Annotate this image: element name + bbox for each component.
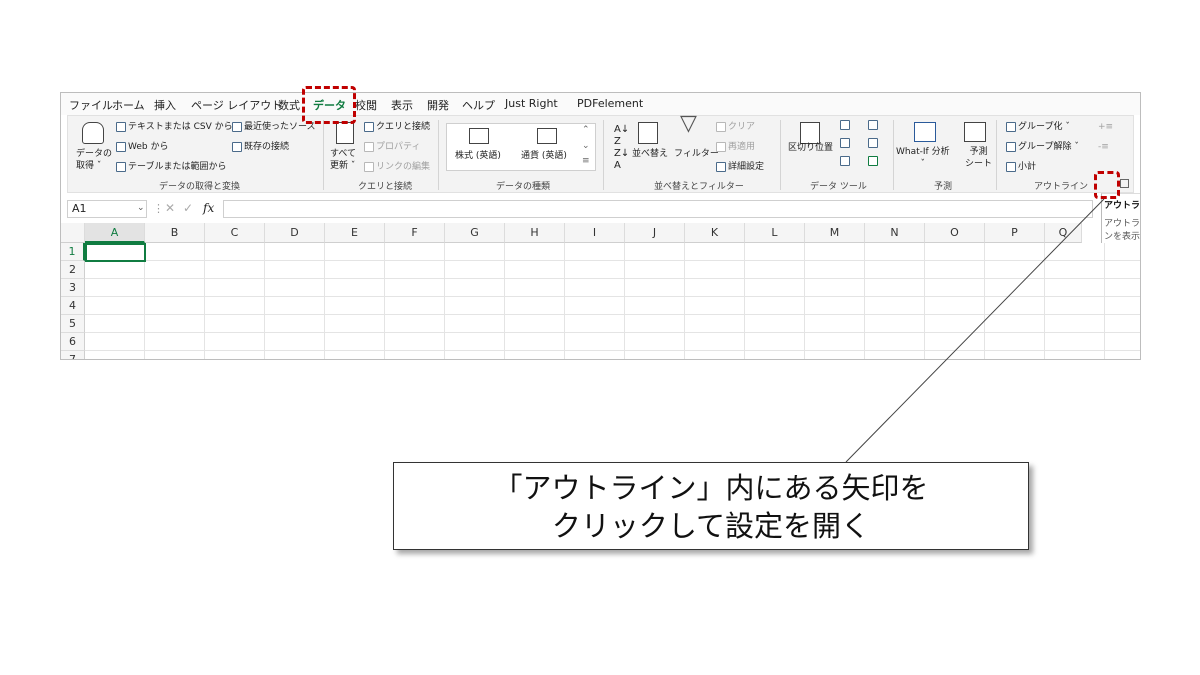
callout-line-2: クリックして設定を開く bbox=[551, 509, 871, 543]
instruction-callout: 「アウトライン」内にある矢印を クリックして設定を開く bbox=[393, 462, 1029, 550]
callout-leader-line bbox=[845, 198, 1105, 463]
callout-line-1: 「アウトライン」内にある矢印を bbox=[493, 471, 929, 505]
